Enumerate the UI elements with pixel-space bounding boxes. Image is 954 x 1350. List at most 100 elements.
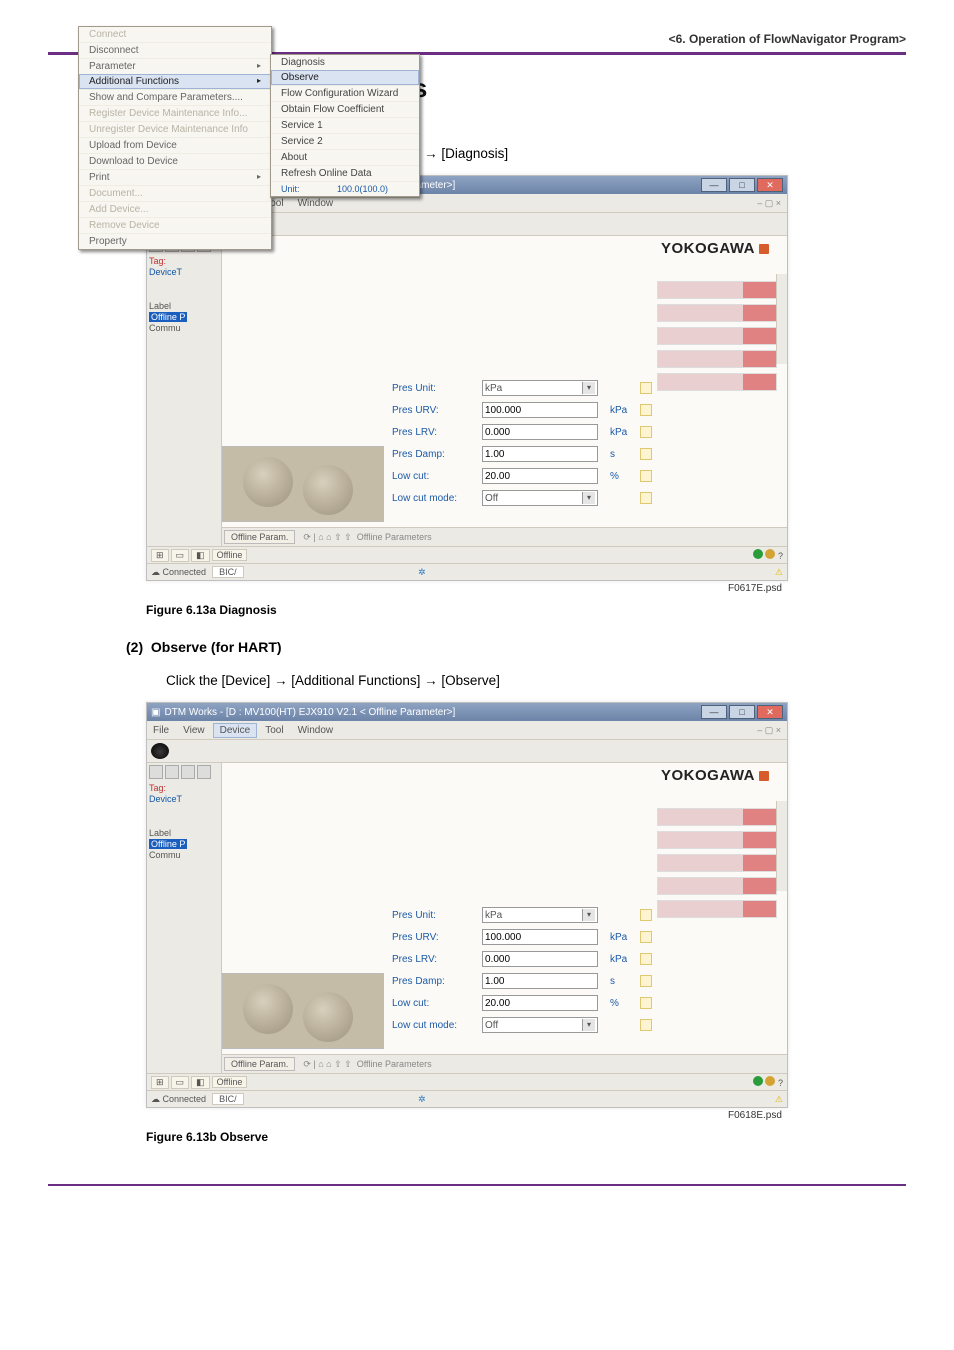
menu-document[interactable]: Document... [79, 185, 271, 201]
field-pres-lrv[interactable] [482, 951, 598, 967]
tab-icons[interactable]: ⟳ | ⌂ ⌂ ⇧ ⇧ Offline Parameters [303, 1059, 431, 1070]
task-tab-icon[interactable]: ▭ [171, 1076, 190, 1089]
field-pres-urv[interactable] [482, 929, 598, 945]
tab-offline-param[interactable]: Offline Param. [224, 530, 295, 544]
warning-icon [640, 997, 652, 1009]
menu-window[interactable]: Window [292, 197, 340, 210]
submenu-obtain-flow-coef[interactable]: Obtain Flow Coefficient [271, 101, 419, 117]
menu-download[interactable]: Download to Device [79, 153, 271, 169]
menu-window[interactable]: Window [292, 724, 340, 737]
toolbar-icon[interactable] [197, 765, 211, 779]
left-panel: Tag: DeviceT Label Offline P Commu [147, 236, 222, 546]
status-connected: ☁ Connected [151, 1094, 206, 1105]
menu-upload[interactable]: Upload from Device [79, 137, 271, 153]
task-tab-icon[interactable]: ▭ [171, 549, 190, 562]
menu-tool[interactable]: Tool [259, 724, 289, 737]
task-tab-icon[interactable]: ◧ [191, 1076, 210, 1089]
scrollbar[interactable] [776, 274, 787, 364]
submenu-diagnosis[interactable]: Diagnosis [271, 55, 419, 70]
tree-commu[interactable]: Commu [149, 850, 219, 860]
tab-offline-param[interactable]: Offline Param. [224, 1057, 295, 1071]
window-titlebar[interactable]: ▣ DTM Works - [D : MV100(HT) EJX910 V2.1… [147, 703, 787, 721]
menu-device[interactable]: Device [213, 723, 258, 738]
menu-remove-device[interactable]: Remove Device [79, 217, 271, 233]
field-pres-damp[interactable] [482, 973, 598, 989]
menu-parameter[interactable]: Parameter▸ [79, 58, 271, 74]
tree-tag[interactable]: Tag: [149, 783, 219, 793]
brand-logo: YOKOGAWA [661, 240, 769, 257]
menu-additional-functions[interactable]: Additional Functions▸ [79, 74, 271, 89]
chevron-down-icon[interactable]: ▾ [582, 382, 595, 394]
field-pres-damp[interactable] [482, 446, 598, 462]
close-button[interactable]: ✕ [757, 178, 783, 192]
field-low-cut[interactable] [482, 468, 598, 484]
spinner-icon: ✲ [418, 567, 426, 578]
tab-icons[interactable]: ⟳ | ⌂ ⌂ ⇧ ⇧ Offline Parameters [303, 532, 431, 543]
submenu-service2[interactable]: Service 2 [271, 133, 419, 149]
warning-icon [640, 382, 652, 394]
tree-tag[interactable]: Tag: [149, 256, 219, 266]
window-title: DTM Works - [D : MV100(HT) EJX910 V2.1 <… [164, 707, 455, 718]
task-tab-icon[interactable]: ◧ [191, 549, 210, 562]
field-pres-unit[interactable]: kPa▾ [482, 380, 598, 396]
maximize-button[interactable]: □ [729, 705, 755, 719]
tree-offline[interactable]: Offline P [149, 839, 187, 849]
close-button[interactable]: ✕ [757, 705, 783, 719]
menu-file[interactable]: File [147, 724, 175, 737]
menubar[interactable]: File View Device Tool Window – ▢ × [147, 721, 787, 740]
submenu-observe[interactable]: Observe [271, 70, 419, 85]
menu-print[interactable]: Print▸ [79, 169, 271, 185]
toolbar-icon[interactable] [165, 765, 179, 779]
minimize-button[interactable]: — [701, 705, 727, 719]
menu-register-maint[interactable]: Register Device Maintenance Info... [79, 105, 271, 121]
status-badge: BIC/ [212, 566, 244, 578]
field-pres-unit[interactable]: kPa▾ [482, 907, 598, 923]
menu-add-device[interactable]: Add Device... [79, 201, 271, 217]
figure-caption-1: Figure 6.13a Diagnosis [146, 603, 864, 617]
field-pres-lrv[interactable] [482, 424, 598, 440]
maximize-button[interactable]: □ [729, 178, 755, 192]
chevron-down-icon[interactable]: ▾ [582, 1019, 595, 1031]
warning-icon [640, 1019, 652, 1031]
field-pres-damp-label: Pres Damp: [392, 976, 482, 987]
warning-triangle-icon: ⚠ [775, 1094, 783, 1105]
minimize-button[interactable]: — [701, 178, 727, 192]
menu-connect[interactable]: Connect [79, 27, 271, 42]
menu-view[interactable]: View [177, 724, 211, 737]
field-low-cut[interactable] [482, 995, 598, 1011]
tree-device[interactable]: DeviceT [149, 794, 219, 804]
additional-functions-submenu[interactable]: Diagnosis Observe Flow Configuration Wiz… [270, 54, 420, 197]
submenu-unit: Unit: 100.0(100.0) [271, 181, 419, 196]
warning-icon [640, 426, 652, 438]
task-tab-icon[interactable]: ⊞ [151, 549, 169, 562]
field-low-cut-mode[interactable]: Off▾ [482, 490, 598, 506]
tree-offline[interactable]: Offline P [149, 312, 187, 322]
submenu-service1[interactable]: Service 1 [271, 117, 419, 133]
scrollbar[interactable] [776, 801, 787, 891]
submenu-about[interactable]: About [271, 149, 419, 165]
device-image [222, 446, 384, 522]
task-tab-offline[interactable]: Offline [212, 549, 248, 561]
tree-commu[interactable]: Commu [149, 323, 219, 333]
toolbar-icon[interactable] [149, 765, 163, 779]
menu-unregister-maint[interactable]: Unregister Device Maintenance Info [79, 121, 271, 137]
submenu-flow-wizard[interactable]: Flow Configuration Wizard [271, 85, 419, 101]
menu-show-compare[interactable]: Show and Compare Parameters.... [79, 89, 271, 105]
warning-icon [640, 909, 652, 921]
window-icon: ▣ [151, 707, 160, 718]
menu-property[interactable]: Property [79, 233, 271, 249]
chevron-down-icon[interactable]: ▾ [582, 909, 595, 921]
task-tab-icon[interactable]: ⊞ [151, 1076, 169, 1089]
field-pres-urv[interactable] [482, 402, 598, 418]
menu-disconnect[interactable]: Disconnect [79, 42, 271, 58]
toolbar-icon[interactable] [181, 765, 195, 779]
tree-device[interactable]: DeviceT [149, 267, 219, 277]
submenu-refresh[interactable]: Refresh Online Data [271, 165, 419, 181]
device-context-menu[interactable]: Connect Disconnect Parameter▸ Additional… [78, 26, 272, 250]
chevron-down-icon[interactable]: ▾ [582, 492, 595, 504]
bars-indicator [657, 803, 777, 923]
status-badge: BIC/ [212, 1093, 244, 1105]
task-tab-offline[interactable]: Offline [212, 1076, 248, 1088]
warning-icon [640, 953, 652, 965]
field-low-cut-mode[interactable]: Off▾ [482, 1017, 598, 1033]
